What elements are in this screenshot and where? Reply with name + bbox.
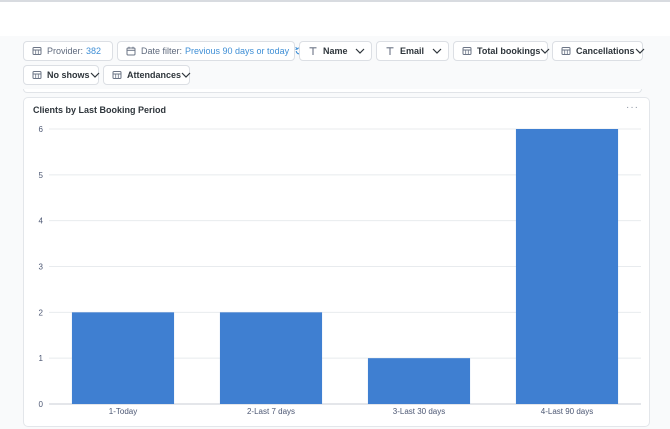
y-tick-label: 3 xyxy=(39,263,44,272)
filter-provider-label: Provider: xyxy=(47,46,84,56)
chevron-down-icon xyxy=(181,70,191,80)
previous-card-bottom xyxy=(23,89,642,93)
filter-name-label: Name xyxy=(323,46,348,56)
chart-card: Clients by Last Booking Period ··· 01234… xyxy=(23,97,650,427)
x-tick-label: 2-Last 7 days xyxy=(247,407,295,416)
bar-chart: 0 1 2 3 4 5 6 1-Today 2-Last 7 days 3-Last 30 day… xyxy=(39,125,641,416)
calendar-grid-icon xyxy=(111,70,122,81)
filter-attendances-label: Attendances xyxy=(127,70,182,80)
calendar-grid-icon xyxy=(560,46,571,57)
bar xyxy=(515,129,619,404)
y-tick-label: 4 xyxy=(39,217,44,226)
filter-total-bookings[interactable]: Total bookings xyxy=(453,41,550,61)
filter-name[interactable]: Name xyxy=(299,41,372,61)
filter-date-label: Date filter: xyxy=(141,46,183,56)
filter-cancellations-label: Cancellations xyxy=(576,46,635,56)
calendar-icon xyxy=(125,46,136,57)
filter-provider[interactable]: Provider: 382 xyxy=(23,41,113,61)
y-tick-label: 6 xyxy=(39,125,44,134)
chevron-down-icon xyxy=(635,46,645,56)
x-tick-label: 4-Last 90 days xyxy=(541,407,593,416)
y-tick-label: 1 xyxy=(39,354,44,363)
filter-date-value: Previous 90 days or today xyxy=(185,46,290,56)
bar xyxy=(367,358,471,404)
filter-bar: Provider: 382 Date filter: Previous 90 d… xyxy=(0,36,670,90)
filter-email[interactable]: Email xyxy=(376,41,449,61)
chevron-down-icon xyxy=(540,46,550,56)
bar xyxy=(71,312,175,404)
filter-no-shows[interactable]: No shows xyxy=(23,65,99,85)
filter-email-label: Email xyxy=(400,46,425,56)
calendar-grid-icon xyxy=(31,46,42,57)
y-tick-label: 2 xyxy=(39,308,44,317)
x-tick-label: 1-Today xyxy=(109,407,137,416)
filter-no-shows-label: No shows xyxy=(47,70,90,80)
top-bar xyxy=(0,0,670,36)
filter-attendances[interactable]: Attendances xyxy=(103,65,191,85)
x-tick-label: 3-Last 30 days xyxy=(393,407,445,416)
calendar-grid-icon xyxy=(461,46,472,57)
chevron-down-icon xyxy=(90,70,100,80)
chevron-down-icon xyxy=(355,46,365,56)
text-t-icon xyxy=(307,46,318,57)
bar xyxy=(219,312,323,404)
filter-provider-value: 382 xyxy=(86,46,102,56)
text-t-icon xyxy=(384,46,395,57)
y-tick-label: 0 xyxy=(39,400,44,409)
filter-date[interactable]: Date filter: Previous 90 days or today xyxy=(117,41,303,61)
calendar-grid-icon xyxy=(31,70,42,81)
filter-total-bookings-label: Total bookings xyxy=(477,46,541,56)
filter-cancellations[interactable]: Cancellations xyxy=(552,41,645,61)
chevron-down-icon xyxy=(432,46,442,56)
y-tick-label: 5 xyxy=(39,171,44,180)
